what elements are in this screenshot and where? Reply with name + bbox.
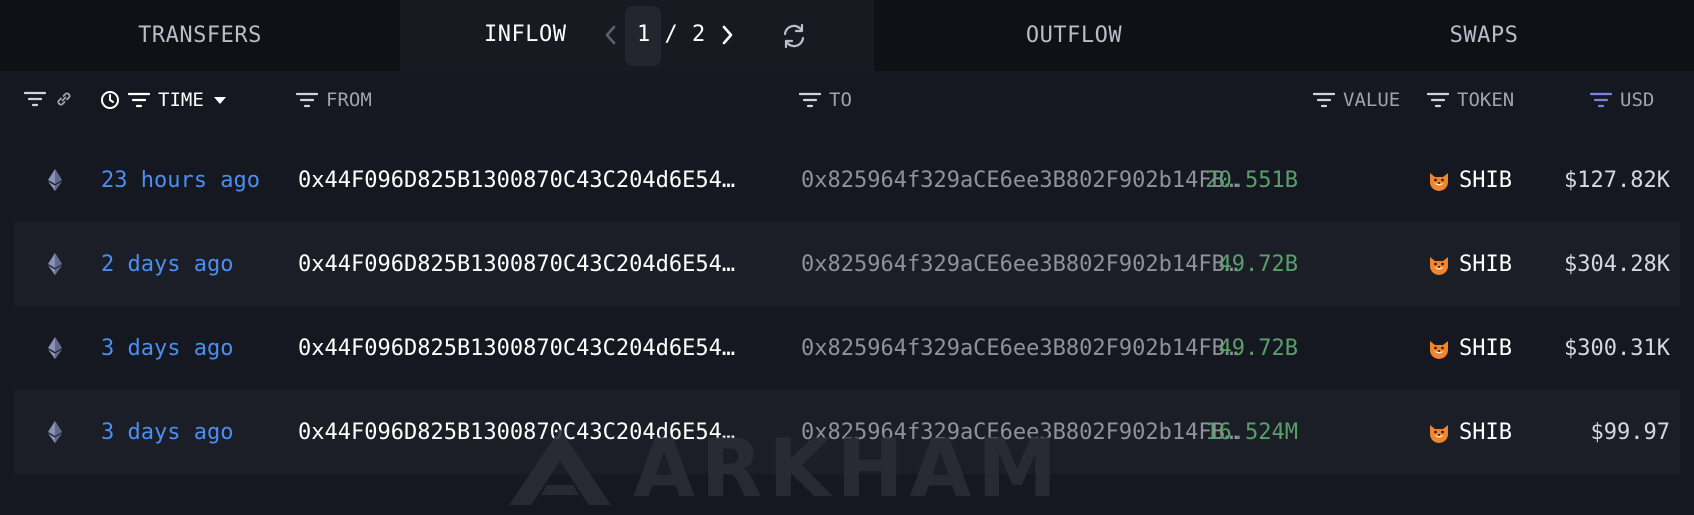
column-from-label: FROM	[326, 89, 372, 111]
flow-tabs: TRANSFERS INFLOW 1 / 2 OUTFLOW SWAPS	[0, 0, 1694, 71]
clock-icon[interactable]	[100, 90, 120, 110]
link-icon[interactable]	[54, 89, 74, 109]
usd-amount: $300.31K	[1564, 335, 1670, 361]
time-link[interactable]: 3 days ago	[101, 306, 233, 390]
shib-icon	[1430, 341, 1448, 359]
watermark-text: ARKHAM	[633, 422, 1063, 515]
ethereum-icon	[48, 169, 62, 191]
time-link[interactable]: 2 days ago	[101, 222, 233, 306]
to-address[interactable]: 0x825964f329aCE6ee3B802F902b14FB…	[801, 138, 1238, 222]
token-symbol: SHIB	[1459, 335, 1512, 361]
value-amount: 16.524M	[1205, 419, 1298, 445]
chain-filter	[24, 89, 74, 109]
token-cell[interactable]: SHIB	[1427, 138, 1512, 222]
token-cell[interactable]: SHIB	[1427, 306, 1512, 390]
usd-amount: $127.82K	[1564, 167, 1670, 193]
tab-transfers-label: TRANSFERS	[138, 23, 262, 48]
filter-icon[interactable]	[1427, 92, 1449, 108]
caret-down-icon[interactable]	[212, 94, 228, 106]
filter-icon[interactable]	[1590, 92, 1612, 108]
value-amount: 49.72B	[1218, 335, 1298, 361]
arkham-logo-icon	[509, 429, 611, 505]
ethereum-icon	[48, 337, 62, 359]
table-header: TIME FROM TO VALUE TOKEN USD	[0, 71, 1694, 127]
table-row[interactable]: 2 days ago 0x44F096D825B1300870C43C204d6…	[14, 222, 1680, 306]
filter-icon[interactable]	[1313, 92, 1335, 108]
value-amount: 49.72B	[1218, 251, 1298, 277]
filter-icon[interactable]	[24, 91, 46, 107]
shib-icon	[1430, 425, 1448, 443]
chevron-right-icon[interactable]	[714, 20, 740, 50]
chain-cell	[42, 138, 68, 222]
token-symbol: SHIB	[1459, 251, 1512, 277]
shib-icon	[1430, 173, 1448, 191]
from-address[interactable]: 0x44F096D825B1300870C43C204d6E54…	[298, 138, 735, 222]
column-token[interactable]: TOKEN	[1427, 89, 1514, 111]
page-indicator: 1 / 2	[637, 22, 706, 47]
tab-transfers[interactable]: TRANSFERS	[0, 0, 400, 71]
token-cell[interactable]: SHIB	[1427, 390, 1512, 474]
column-usd-label: USD	[1620, 89, 1655, 111]
column-token-label: TOKEN	[1457, 89, 1515, 111]
arkham-watermark: ARKHAM	[505, 425, 1063, 515]
chain-cell	[42, 306, 68, 390]
tab-outflow[interactable]: OUTFLOW	[874, 0, 1274, 71]
column-to[interactable]: TO	[799, 89, 852, 111]
tab-outflow-label: OUTFLOW	[1025, 23, 1123, 48]
tab-inflow[interactable]: INFLOW 1 / 2	[400, 0, 874, 71]
ethereum-icon	[48, 253, 62, 275]
table-row[interactable]: 3 days ago 0x44F096D825B1300870C43C204d6…	[14, 306, 1680, 390]
chain-cell	[42, 390, 68, 474]
filter-icon[interactable]	[128, 92, 150, 108]
refresh-icon[interactable]	[780, 22, 808, 50]
column-value-label: VALUE	[1343, 89, 1401, 111]
shib-icon	[1430, 257, 1448, 275]
value-amount: 20.551B	[1205, 167, 1298, 193]
column-value[interactable]: VALUE	[1313, 89, 1400, 111]
column-time-label: TIME	[158, 89, 204, 111]
tab-swaps-label: SWAPS	[1449, 23, 1519, 48]
column-to-label: TO	[829, 89, 852, 111]
from-address[interactable]: 0x44F096D825B1300870C43C204d6E54…	[298, 306, 735, 390]
filter-icon[interactable]	[799, 92, 821, 108]
to-address[interactable]: 0x825964f329aCE6ee3B802F902b14FB…	[801, 306, 1238, 390]
tab-swaps[interactable]: SWAPS	[1274, 0, 1694, 71]
to-address[interactable]: 0x825964f329aCE6ee3B802F902b14FB…	[801, 222, 1238, 306]
usd-amount: $99.97	[1590, 419, 1670, 445]
column-usd[interactable]: USD	[1590, 89, 1654, 111]
token-symbol: SHIB	[1459, 167, 1512, 193]
token-symbol: SHIB	[1459, 419, 1512, 445]
chevron-left-icon[interactable]	[598, 20, 624, 50]
filter-icon[interactable]	[296, 92, 318, 108]
token-cell[interactable]: SHIB	[1427, 222, 1512, 306]
column-from[interactable]: FROM	[296, 89, 372, 111]
time-link[interactable]: 23 hours ago	[101, 138, 260, 222]
ethereum-icon	[48, 421, 62, 443]
time-link[interactable]: 3 days ago	[101, 390, 233, 474]
usd-amount: $304.28K	[1564, 251, 1670, 277]
tab-inflow-label: INFLOW	[484, 22, 567, 47]
table-row[interactable]: 23 hours ago 0x44F096D825B1300870C43C204…	[14, 138, 1680, 222]
chain-cell	[42, 222, 68, 306]
column-time[interactable]: TIME	[100, 89, 228, 111]
from-address[interactable]: 0x44F096D825B1300870C43C204d6E54…	[298, 222, 735, 306]
